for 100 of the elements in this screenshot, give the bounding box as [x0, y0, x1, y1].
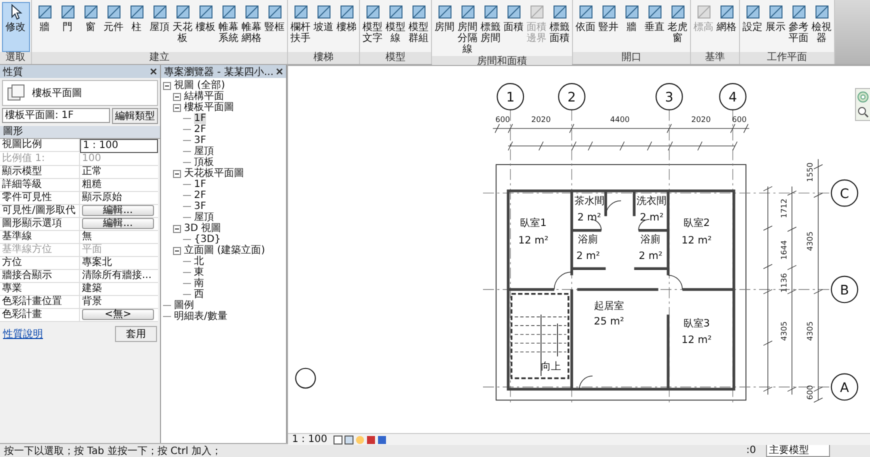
grid-bubble[interactable] [830, 373, 858, 401]
tree-item[interactable]: 天花板平面圖 [184, 168, 244, 179]
ribbon-tool-button[interactable]: 垂直 [644, 2, 666, 52]
ribbon-tool-button[interactable]: 展示 [764, 2, 786, 52]
ribbon-tool-button[interactable]: 帷幕網格 [240, 2, 262, 52]
ribbon-tool-button[interactable]: 豎井 [598, 2, 620, 52]
ribbon-tool-button[interactable]: 豎框 [264, 2, 286, 52]
tree-item[interactable]: 3F [194, 135, 206, 146]
tree-item[interactable]: 屋頂 [194, 146, 214, 157]
grid-bubble[interactable] [656, 82, 683, 110]
ribbon-tool-button[interactable]: 依面 [574, 2, 596, 52]
tree-item[interactable]: 3F [194, 201, 206, 212]
ribbon-tool-button[interactable]: 網格 [716, 2, 738, 52]
tree-item[interactable]: 東 [194, 267, 204, 278]
ribbon-tool-button[interactable]: 柱 [126, 2, 148, 52]
tree-item[interactable]: 屋頂 [194, 212, 214, 223]
tree-item[interactable]: 圖例 [174, 300, 194, 311]
tree-item[interactable]: 立面圖 (建築立面) [184, 245, 265, 256]
grid-bubble[interactable] [558, 82, 586, 110]
property-button[interactable]: 編輯... [82, 205, 154, 216]
tree-item[interactable]: {3D} [194, 234, 221, 245]
tool-icon [60, 4, 76, 20]
ribbon-tool-button[interactable]: 修改 [2, 2, 30, 52]
group-header[interactable]: 圖形 [0, 126, 160, 139]
apply-button[interactable]: 套用 [115, 326, 157, 342]
wall-drawing[interactable] [506, 190, 736, 391]
ribbon-tool-button[interactable]: 牆 [620, 2, 642, 52]
tree-item[interactable]: 結構平面 [184, 91, 224, 102]
ribbon-tool-button[interactable]: 帷幕系統 [218, 2, 240, 52]
tree-item[interactable]: 南 [194, 278, 204, 289]
crop-boundary[interactable] [496, 164, 746, 401]
zoom-icon[interactable] [857, 106, 869, 118]
grid-bubble[interactable] [719, 82, 746, 110]
ribbon-tool-button[interactable]: 窗 [80, 2, 102, 52]
ribbon-tool-button[interactable]: 標籤面積 [548, 2, 570, 56]
tree-item[interactable]: 視圖 (全部) [174, 80, 225, 91]
grid-line[interactable] [482, 192, 832, 194]
ribbon-tool-button[interactable]: 天花板 [172, 2, 194, 52]
ribbon-tool-button[interactable]: 樓梯 [336, 2, 358, 52]
grid-bubble[interactable] [830, 179, 858, 207]
property-name: 零件可見性 [0, 192, 80, 205]
collapse-icon[interactable] [173, 92, 181, 100]
help-link[interactable]: 性質說明 [3, 327, 43, 341]
grid-line[interactable] [482, 386, 832, 388]
tree-item[interactable]: 樓板平面圖 [184, 102, 234, 113]
close-icon[interactable] [150, 68, 157, 75]
edit-type-button[interactable]: 編輯類型 [112, 108, 158, 124]
grid-bubble[interactable] [830, 276, 858, 304]
ribbon-tool-button[interactable]: 設定 [742, 2, 764, 52]
tree-item[interactable]: 1F [194, 179, 206, 190]
tool-icon [624, 4, 640, 20]
ribbon-tool-button[interactable]: 坡道 [312, 2, 334, 52]
tree-item[interactable]: 北 [194, 256, 204, 267]
tree-item[interactable]: 2F [194, 190, 206, 201]
view-dropdown[interactable]: 樓板平面圖: 1F [2, 108, 110, 123]
collapse-icon[interactable] [173, 104, 181, 112]
ribbon-tool-button[interactable]: 元件 [102, 2, 124, 52]
ribbon-tool-button[interactable]: 欄杆扶手 [290, 2, 312, 52]
tree-item[interactable]: 3D 視圖 [184, 223, 222, 234]
ribbon-tool-button[interactable]: 模型群組 [408, 2, 430, 52]
grid-bubble[interactable] [496, 82, 524, 110]
tree-item[interactable]: 明細表/數量 [174, 311, 228, 322]
tree-item[interactable]: 頂板 [194, 157, 214, 168]
tree-item[interactable]: 西 [194, 289, 204, 300]
ribbon-tool-button[interactable]: 標籤房間 [480, 2, 502, 56]
ribbon-tool-button[interactable]: 模型線 [384, 2, 406, 52]
property-button[interactable]: 編輯... [82, 218, 154, 229]
ribbon-tool-button[interactable]: 屋頂 [148, 2, 170, 52]
collapse-icon[interactable] [163, 82, 171, 90]
ribbon-tool-button[interactable]: 牆 [34, 2, 56, 52]
tree-item[interactable]: 1F [194, 113, 206, 124]
collapse-icon[interactable] [173, 246, 181, 254]
elevation-marker-icon[interactable] [295, 368, 316, 389]
room-area: 12 m² [682, 335, 712, 346]
property-value: 粗糙 [80, 179, 158, 192]
ribbon-tool-button[interactable]: 房間分隔線 [456, 2, 478, 56]
ribbon-tool-button[interactable]: 門 [56, 2, 78, 52]
dimension-line[interactable] [492, 124, 750, 151]
ribbon-tool-button[interactable]: 老虎窗 [666, 2, 688, 52]
ribbon-tool-button[interactable]: 檢視器 [810, 2, 832, 52]
property-button[interactable]: <無> [82, 309, 154, 320]
stair-drawing[interactable] [510, 293, 570, 380]
tree-item[interactable]: 2F [194, 124, 206, 135]
ribbon-tool-button[interactable]: 模型文字 [362, 2, 384, 52]
dimension-line[interactable] [763, 158, 823, 403]
grid-label: C [840, 187, 850, 202]
collapse-icon[interactable] [173, 170, 181, 178]
ribbon-tool-button[interactable]: 參考平面 [788, 2, 810, 52]
view-scale[interactable]: 1 : 100 [292, 434, 328, 445]
close-icon[interactable] [276, 68, 283, 75]
model-dropdown[interactable]: 主要模型 [766, 444, 830, 457]
property-field[interactable]: 1 : 100 [80, 139, 158, 153]
room-area: 12 m² [682, 235, 712, 246]
type-selector[interactable]: 樓板平面圖 [2, 80, 158, 106]
ribbon-tool-button[interactable]: 面積 [502, 2, 524, 56]
collapse-icon[interactable] [173, 224, 181, 232]
ribbon-tool-button[interactable]: 樓板 [194, 2, 216, 52]
ribbon-tool-button[interactable]: 房間 [434, 2, 456, 56]
panel-label: 模型 [360, 52, 431, 64]
tool-icon [436, 4, 452, 20]
